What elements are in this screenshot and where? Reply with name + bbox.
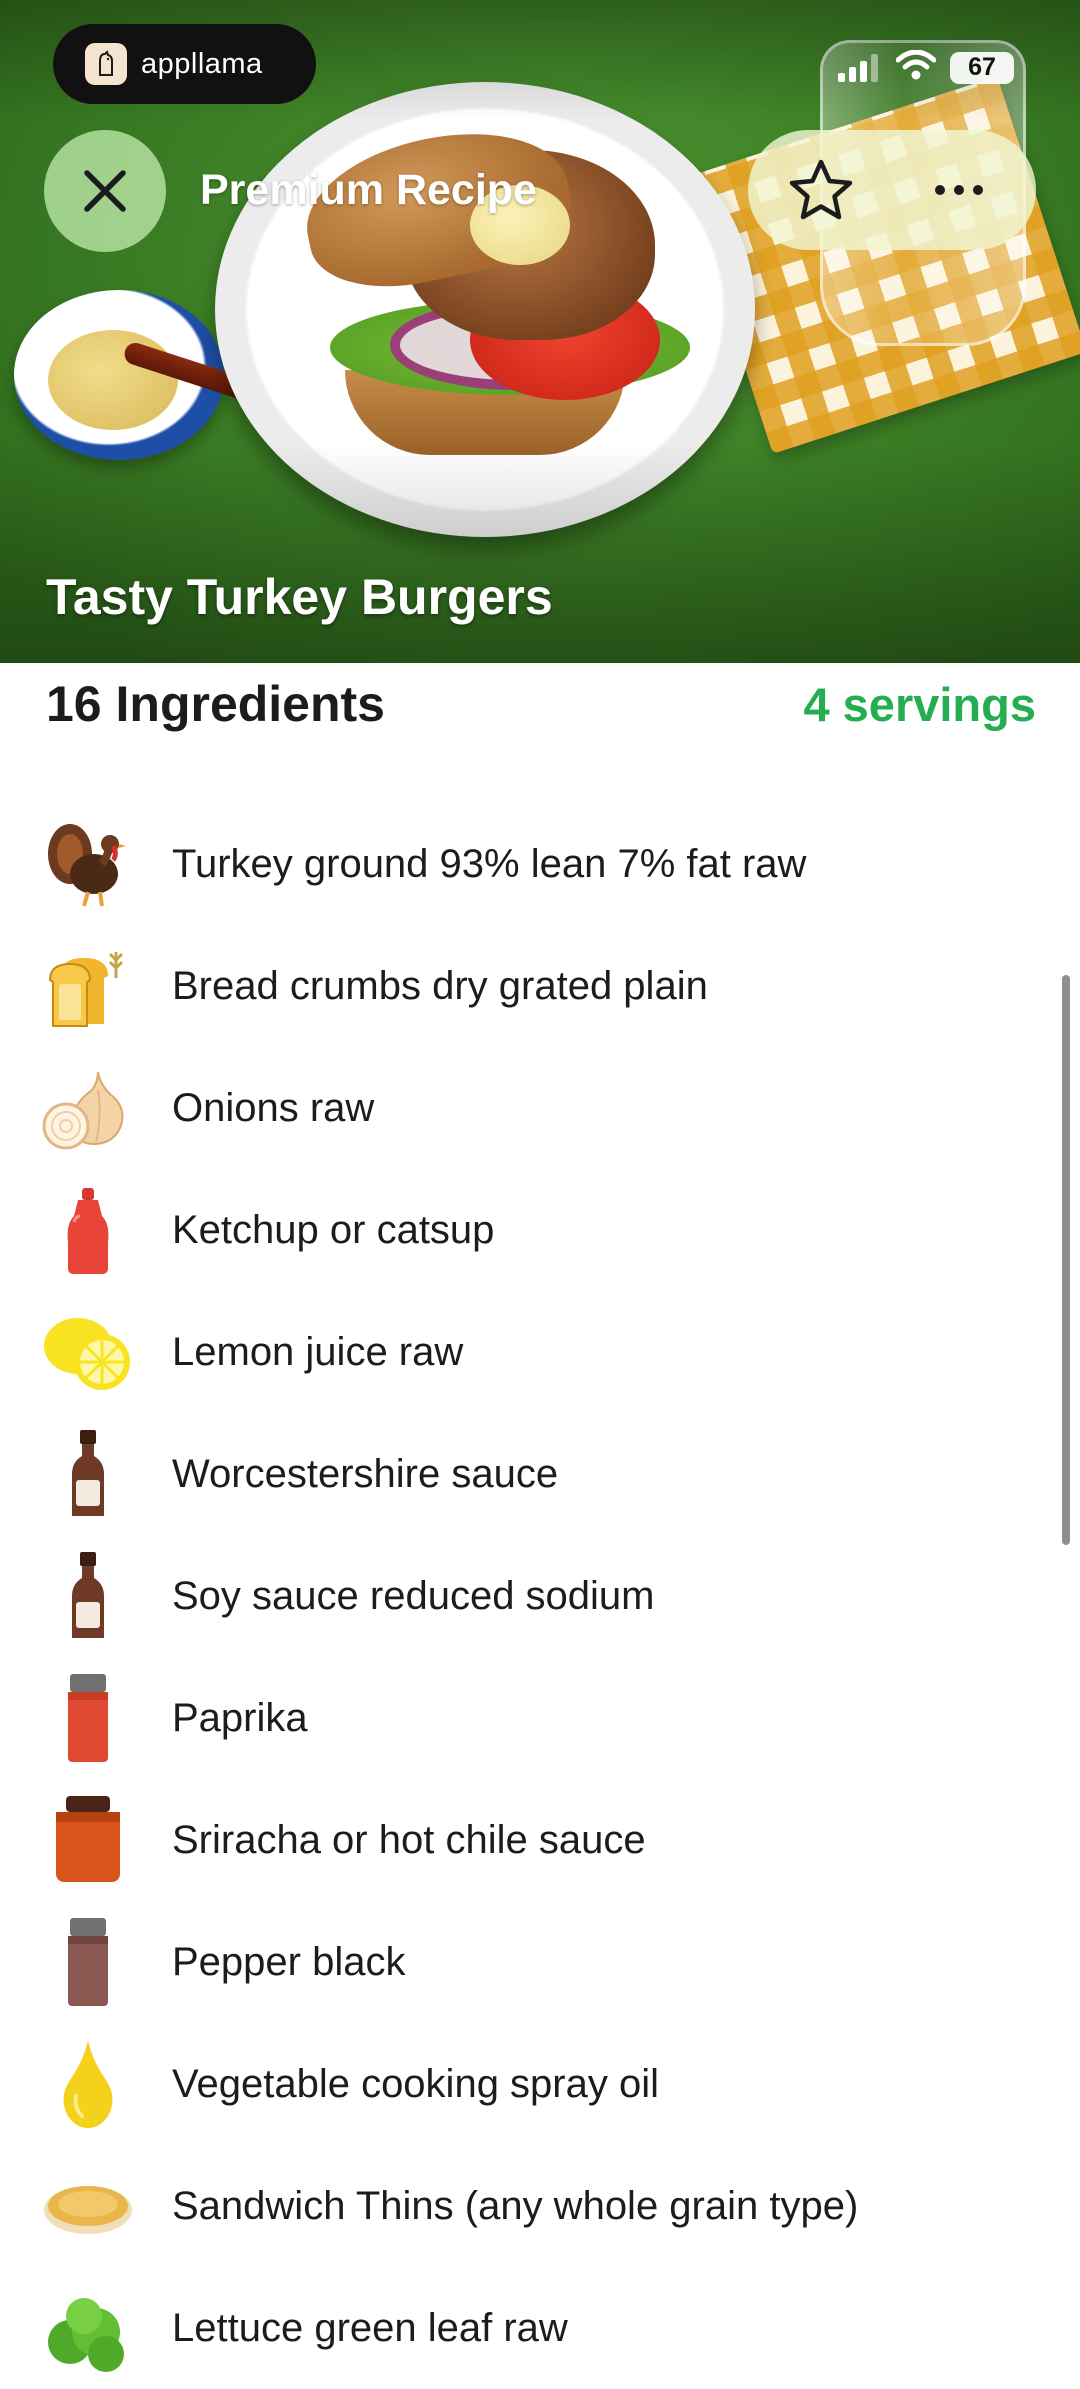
cellular-signal-icon [838, 53, 878, 82]
ingredient-name: Pepper black [172, 1939, 406, 1984]
app-name: appllama [141, 47, 263, 80]
ingredients-list: Turkey ground 93% lean 7% fat raw Bread … [0, 803, 1080, 2389]
turkey-icon [40, 816, 136, 912]
ingredient-name: Lettuce green leaf raw [172, 2305, 568, 2350]
oil-drop-icon [40, 2036, 136, 2132]
more-icon [935, 185, 983, 195]
servings-selector[interactable]: 4 servings [803, 677, 1036, 732]
ingredient-row[interactable]: Pepper black [0, 1901, 1080, 2023]
ingredient-name: Paprika [172, 1695, 308, 1740]
ingredient-name: Lemon juice raw [172, 1329, 464, 1374]
ingredient-row[interactable]: Onions raw [0, 1047, 1080, 1169]
ingredient-name: Turkey ground 93% lean 7% fat raw [172, 841, 807, 886]
ingredient-row[interactable]: Paprika [0, 1657, 1080, 1779]
ingredient-row[interactable]: Vegetable cooking spray oil [0, 2023, 1080, 2145]
sauce-bottle-icon [40, 1426, 136, 1522]
ingredient-row[interactable]: Turkey ground 93% lean 7% fat raw [0, 803, 1080, 925]
llama-logo-icon [85, 43, 127, 85]
page-title: Premium Recipe [200, 166, 537, 214]
ingredient-name: Sriracha or hot chile sauce [172, 1817, 646, 1862]
bread-icon [40, 938, 136, 1034]
ingredient-row[interactable]: Soy sauce reduced sodium [0, 1535, 1080, 1657]
status-indicators: 67 [838, 49, 1014, 85]
ingredient-name: Bread crumbs dry grated plain [172, 963, 708, 1008]
mustard-decoration [48, 330, 178, 430]
sauce-bottle-icon [40, 1548, 136, 1644]
ingredient-row[interactable]: Sandwich Thins (any whole grain type) [0, 2145, 1080, 2267]
ingredient-row[interactable]: Lemon juice raw [0, 1291, 1080, 1413]
ingredient-name: Soy sauce reduced sodium [172, 1573, 655, 1618]
lettuce-icon [40, 2280, 136, 2376]
sandwich-thin-icon [40, 2158, 136, 2254]
ingredient-name: Ketchup or catsup [172, 1207, 495, 1252]
ingredient-name: Worcestershire sauce [172, 1451, 559, 1496]
ingredient-name: Sandwich Thins (any whole grain type) [172, 2183, 859, 2228]
lemon-icon [40, 1304, 136, 1400]
scrollbar[interactable] [1062, 975, 1070, 1545]
close-icon [84, 170, 126, 212]
hero-bottom-shade [0, 443, 1080, 663]
battery-icon: 67 [950, 51, 1014, 84]
onion-icon [40, 1060, 136, 1156]
pepper-jar-icon [40, 1914, 136, 2010]
star-icon [789, 159, 853, 220]
ingredients-count: 16 Ingredients [46, 676, 385, 732]
wifi-icon [895, 49, 937, 85]
favorite-button[interactable] [786, 155, 856, 225]
app-indicator-pill[interactable]: appllama [53, 24, 316, 104]
ingredient-row[interactable]: Sriracha or hot chile sauce [0, 1779, 1080, 1901]
sriracha-jar-icon [40, 1792, 136, 1888]
close-button[interactable] [44, 130, 166, 252]
ingredient-row[interactable]: Ketchup or catsup [0, 1169, 1080, 1291]
ingredient-name: Vegetable cooking spray oil [172, 2061, 659, 2106]
recipe-title: Tasty Turkey Burgers [46, 569, 553, 625]
more-options-button[interactable] [924, 155, 994, 225]
ingredient-row[interactable]: Lettuce green leaf raw [0, 2267, 1080, 2389]
ingredient-row[interactable]: Bread crumbs dry grated plain [0, 925, 1080, 1047]
ketchup-icon [40, 1182, 136, 1278]
ingredient-row[interactable]: Worcestershire sauce [0, 1413, 1080, 1535]
actions-pill [748, 130, 1036, 250]
ingredient-name: Onions raw [172, 1085, 375, 1130]
ingredients-header: 16 Ingredients 4 servings [46, 675, 1036, 733]
paprika-jar-icon [40, 1670, 136, 1766]
